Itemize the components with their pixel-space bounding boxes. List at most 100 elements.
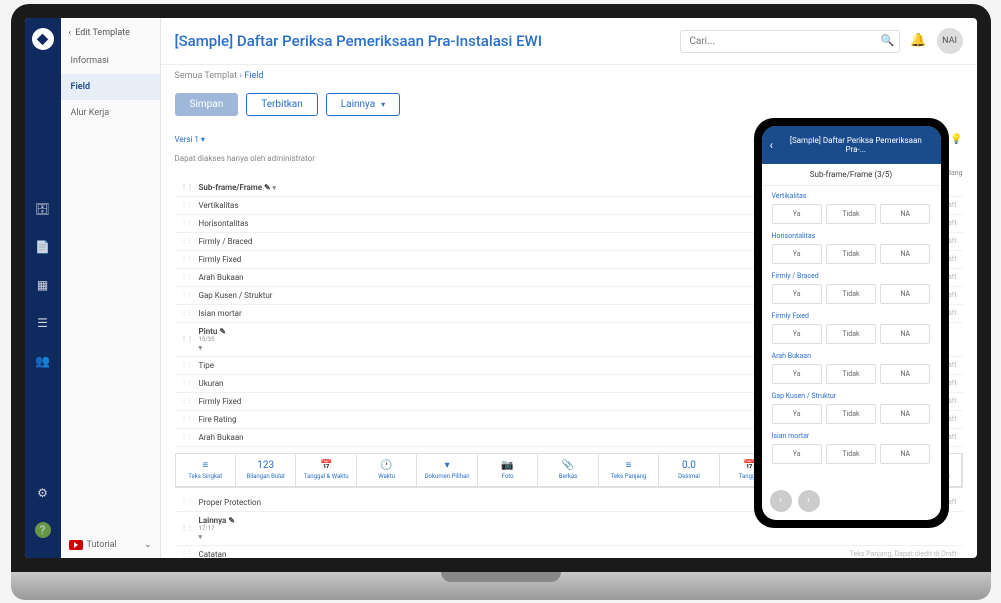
phone-option[interactable]: NA [880, 404, 930, 424]
drag-icon[interactable]: ⋮⋮ [181, 255, 193, 263]
phone-option[interactable]: Ya [772, 444, 822, 464]
tool-icon: ▾ [421, 460, 472, 471]
phone-back-icon[interactable]: ‹ [770, 138, 774, 152]
drag-icon[interactable]: ⋮⋮ [181, 183, 193, 191]
phone-option[interactable]: Ya [772, 404, 822, 424]
chevron-down-icon: ⌄ [144, 540, 152, 550]
phone-field: Firmly / Braced YaTidakNA [772, 272, 931, 304]
drag-icon[interactable]: ⋮⋮ [181, 291, 193, 299]
phone-field: Arah Bukaan YaTidakNA [772, 352, 931, 384]
drag-icon[interactable]: ⋮⋮ [181, 379, 193, 387]
phone-field-label: Vertikalitas [772, 192, 931, 200]
phone-option[interactable]: Tidak [826, 204, 876, 224]
phone-header: ‹ [Sample] Daftar Periksa Pemeriksaan Pr… [762, 126, 941, 164]
phone-option[interactable]: Ya [772, 204, 822, 224]
phone-field: HorisontalitasYaTidakNA [772, 232, 931, 264]
chevron-left-icon: ‹ [69, 28, 72, 38]
phone-next-button[interactable]: › [798, 490, 820, 512]
phone-option[interactable]: NA [880, 284, 930, 304]
phone-option[interactable]: Tidak [826, 444, 876, 464]
phone-option[interactable]: NA [880, 204, 930, 224]
back-link[interactable]: ‹ Edit Template [61, 18, 160, 48]
settings-icon[interactable]: ⚙ [34, 484, 52, 502]
phone-option[interactable]: Ya [772, 244, 822, 264]
phone-option[interactable]: Tidak [826, 404, 876, 424]
sidebar-item-field[interactable]: Field [61, 74, 160, 100]
bell-icon[interactable]: 🔔 [910, 33, 926, 48]
phone-option[interactable]: Ya [772, 364, 822, 384]
laptop-frame: ◆ 🗄 📄 ▦ ☰ 👥 ⚙ ? ‹ Edit Template Informas… [11, 4, 991, 600]
avatar[interactable]: NAI [937, 28, 963, 54]
tool-desimal[interactable]: 0.0Desimal [659, 454, 719, 487]
sidebar: ‹ Edit Template Informasi Field Alur Ker… [61, 18, 161, 558]
phone-option[interactable]: NA [880, 244, 930, 264]
drag-icon[interactable]: ⋮⋮ [181, 201, 193, 209]
phone-option[interactable]: NA [880, 324, 930, 344]
tool-waktu[interactable]: 🕐Waktu [357, 454, 417, 487]
breadcrumb: Semua Templat › Field [161, 65, 977, 87]
phone-option[interactable]: Tidak [826, 324, 876, 344]
tool-foto[interactable]: 📷Foto [478, 454, 538, 487]
version-selector[interactable]: Versi 1 ▾ [175, 135, 205, 144]
phone-field: Vertikalitas YaTidakNA [772, 192, 931, 224]
tool-tanggal-&-waktu[interactable]: 📅Tanggal & Waktu [296, 454, 356, 487]
app-logo[interactable]: ◆ [32, 28, 54, 50]
drag-icon[interactable]: ⋮⋮ [181, 498, 193, 506]
search-input[interactable] [680, 30, 900, 53]
tool-icon: 0.0 [663, 460, 714, 471]
drag-icon[interactable]: ⋮⋮ [181, 433, 193, 441]
publish-button[interactable]: Terbitkan [246, 93, 318, 116]
people-icon[interactable]: 👥 [34, 352, 52, 370]
tool-teks-singkat[interactable]: ≡Teks Singkat [176, 454, 236, 487]
phone-field-label: Firmly / Braced [772, 272, 931, 280]
search-icon[interactable]: 🔍 [881, 34, 895, 47]
drag-icon[interactable]: ⋮⋮ [181, 219, 193, 227]
crumb-current: Field [244, 71, 263, 81]
tutorial-label: Tutorial [87, 540, 117, 550]
help-icon[interactable]: ? [35, 522, 51, 538]
phone-option[interactable]: Tidak [826, 364, 876, 384]
more-button[interactable]: Lainnya [326, 93, 400, 116]
save-button[interactable]: Simpan [175, 93, 239, 116]
drag-icon[interactable]: ⋮⋮ [181, 524, 193, 532]
tool-teks-panjang[interactable]: ≡Teks Panjang [599, 454, 659, 487]
drag-icon[interactable]: ⋮⋮ [181, 335, 193, 343]
bulb-icon[interactable]: 💡 [950, 134, 962, 145]
field-name: Catatan [199, 550, 850, 558]
document-icon[interactable]: 📄 [34, 238, 52, 256]
drag-icon[interactable]: ⋮⋮ [181, 550, 193, 558]
crumb-root[interactable]: Semua Templat [175, 71, 238, 81]
phone-prev-button[interactable]: ‹ [770, 490, 792, 512]
tool-icon: 📅 [300, 460, 351, 471]
phone-option[interactable]: Ya [772, 324, 822, 344]
field-row[interactable]: ⋮⋮CatatanTeks Panjang, Dapat diedit di D… [175, 546, 963, 558]
list-icon[interactable]: ☰ [34, 314, 52, 332]
sidebar-item-informasi[interactable]: Informasi [61, 48, 160, 74]
phone-option[interactable]: Tidak [826, 244, 876, 264]
phone-field-label: Isian mortar [772, 432, 931, 440]
drag-icon[interactable]: ⋮⋮ [181, 273, 193, 281]
tutorial-link[interactable]: Tutorial ⌄ [61, 532, 160, 558]
phone-option[interactable]: NA [880, 364, 930, 384]
tool-icon: 123 [240, 460, 291, 471]
nav-rail: ◆ 🗄 📄 ▦ ☰ 👥 ⚙ ? [25, 18, 61, 558]
briefcase-icon[interactable]: 🗄 [34, 200, 52, 218]
phone-option[interactable]: Ya [772, 284, 822, 304]
phone-field-label: Arah Bukaan [772, 352, 931, 360]
tool-berkas[interactable]: 📎Berkas [538, 454, 598, 487]
sidebar-item-alur-kerja[interactable]: Alur Kerja [61, 100, 160, 126]
phone-option[interactable]: NA [880, 444, 930, 464]
youtube-icon [69, 540, 83, 550]
tool-bilangan-bulat[interactable]: 123Bilangan Bulat [236, 454, 296, 487]
drag-icon[interactable]: ⋮⋮ [181, 397, 193, 405]
access-note-text: Dapat diakses hanya oleh administrator [175, 154, 315, 163]
tool-dokumen-pilihan[interactable]: ▾Dokumen Pilihan [417, 454, 477, 487]
phone-field: Isian mortar YaTidakNA [772, 432, 931, 464]
drag-icon[interactable]: ⋮⋮ [181, 237, 193, 245]
grid-icon[interactable]: ▦ [34, 276, 52, 294]
action-bar: Simpan Terbitkan Lainnya [161, 87, 977, 122]
drag-icon[interactable]: ⋮⋮ [181, 415, 193, 423]
drag-icon[interactable]: ⋮⋮ [181, 361, 193, 369]
phone-option[interactable]: Tidak [826, 284, 876, 304]
drag-icon[interactable]: ⋮⋮ [181, 309, 193, 317]
